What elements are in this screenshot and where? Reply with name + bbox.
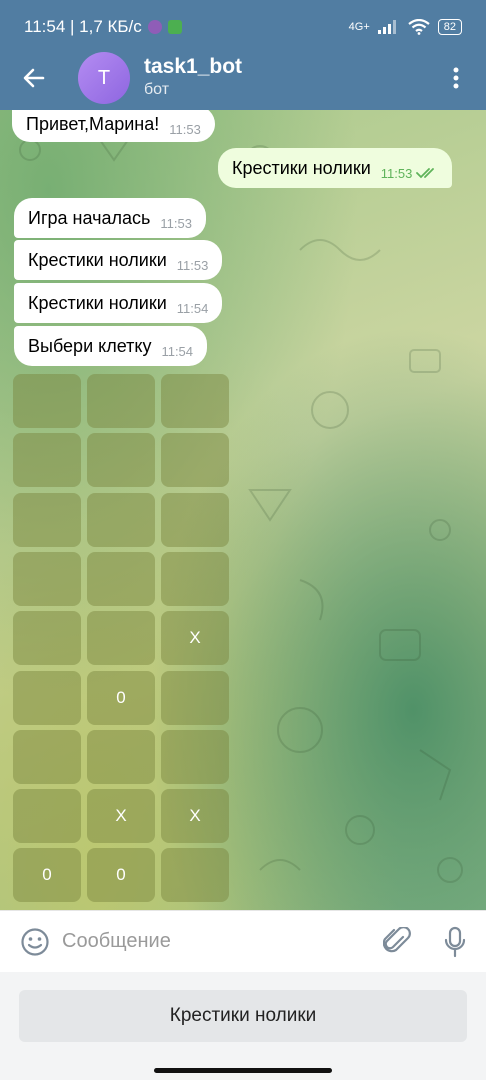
board-cell-button[interactable]	[13, 730, 81, 784]
message-time: 11:53	[380, 165, 413, 181]
avatar-letter: T	[97, 66, 111, 89]
message-text: Крестики нолики	[232, 157, 371, 178]
message-time: 11:53	[176, 257, 209, 273]
message-incoming[interactable]: Выбери клетку 11:54	[14, 326, 208, 366]
home-indicator[interactable]	[154, 1068, 332, 1073]
board-cell-button[interactable]	[87, 552, 155, 606]
board-cell-button[interactable]	[13, 493, 81, 547]
message-text: Крестики нолики	[28, 292, 167, 313]
reply-button-label: Крестики нолики	[169, 1005, 317, 1026]
attach-button[interactable]	[380, 925, 414, 959]
board-cell-button[interactable]	[161, 671, 229, 725]
chat-toolbar: T task1_bot бот	[0, 50, 486, 106]
board-cell-button[interactable]	[13, 552, 81, 606]
board-cell-button[interactable]	[161, 848, 229, 902]
status-bar: 11:54 | 1,7 КБ/с 4G+ 82	[0, 0, 486, 54]
chat-subtitle: бот	[144, 81, 170, 98]
board-cell-button[interactable]: 0	[87, 671, 155, 725]
board-cell-button[interactable]	[161, 493, 229, 547]
viber-icon	[147, 20, 162, 34]
more-menu-button[interactable]	[446, 58, 466, 98]
emoji-button[interactable]	[18, 925, 52, 959]
message-text: Крестики нолики	[28, 249, 167, 270]
more-vertical-icon	[453, 67, 459, 89]
board-cell-button[interactable]	[13, 611, 81, 665]
board-cell-button[interactable]	[87, 493, 155, 547]
board-cell-button[interactable]	[87, 730, 155, 784]
message-text: Выбери клетку	[28, 335, 152, 356]
smile-icon	[21, 927, 49, 956]
board-cell-button[interactable]: X	[87, 789, 155, 843]
status-time: 11:54 | 1,7 КБ/с	[24, 17, 142, 36]
message-text: Игра началась	[28, 207, 151, 228]
double-check-icon	[416, 168, 435, 179]
network-label: 4G+	[348, 21, 370, 33]
message-time: 11:53	[169, 121, 201, 137]
message-input-bar	[0, 910, 486, 972]
avatar[interactable]: T	[78, 52, 130, 104]
board-cell-button[interactable]	[161, 730, 229, 784]
chat-header: 11:54 | 1,7 КБ/с 4G+ 82 T task1_bot бот	[0, 0, 486, 110]
paperclip-icon	[383, 926, 411, 952]
message-incoming[interactable]: Крестики нолики 11:54	[14, 283, 223, 323]
board-cell-button[interactable]	[161, 374, 229, 428]
back-button[interactable]	[14, 58, 54, 98]
message-time: 11:54	[176, 300, 209, 316]
reply-keyboard-button[interactable]: Крестики нолики	[19, 990, 467, 1042]
message-time: 11:53	[160, 215, 192, 231]
board-cell-button[interactable]	[87, 374, 155, 428]
chat-title: task1_bot	[144, 55, 243, 78]
board-cell-button[interactable]	[13, 671, 81, 725]
microphone-button[interactable]	[438, 925, 472, 959]
chat-info[interactable]: task1_bot бот	[144, 55, 242, 101]
reply-keyboard: Крестики нолики	[0, 972, 486, 1080]
board-cell-button[interactable]: 0	[87, 848, 155, 902]
board-cell-button[interactable]	[161, 433, 229, 487]
message-text: Привет,Марина!	[26, 113, 160, 134]
board-cell-button[interactable]	[13, 789, 81, 843]
board-cell-button[interactable]	[13, 433, 81, 487]
board-cell-button[interactable]: X	[161, 611, 229, 665]
message-incoming[interactable]: Игра началась 11:53	[14, 198, 206, 238]
board-cell-button[interactable]: 0	[13, 848, 81, 902]
chat-area[interactable]: Привет,Марина! 11:53 Крестики нолики 11:…	[0, 110, 486, 910]
wifi-icon	[408, 19, 430, 35]
signal-icon	[377, 20, 396, 34]
arrow-left-icon	[23, 68, 45, 88]
board-cell-button[interactable]	[87, 611, 155, 665]
microphone-icon	[444, 926, 466, 957]
message-time: 11:54	[161, 343, 194, 359]
board-cell-button[interactable]	[87, 433, 155, 487]
message-input[interactable]	[62, 930, 362, 953]
battery-indicator: 82	[437, 19, 462, 35]
app-notification-icon	[167, 20, 182, 34]
message-incoming[interactable]: Привет,Марина! 11:53	[12, 110, 215, 142]
message-incoming[interactable]: Крестики нолики 11:53	[14, 240, 223, 280]
board-cell-button[interactable]	[161, 552, 229, 606]
board-cell-button[interactable]	[13, 374, 81, 428]
message-outgoing[interactable]: Крестики нолики 11:53	[218, 148, 453, 188]
board-cell-button[interactable]: X	[161, 789, 229, 843]
